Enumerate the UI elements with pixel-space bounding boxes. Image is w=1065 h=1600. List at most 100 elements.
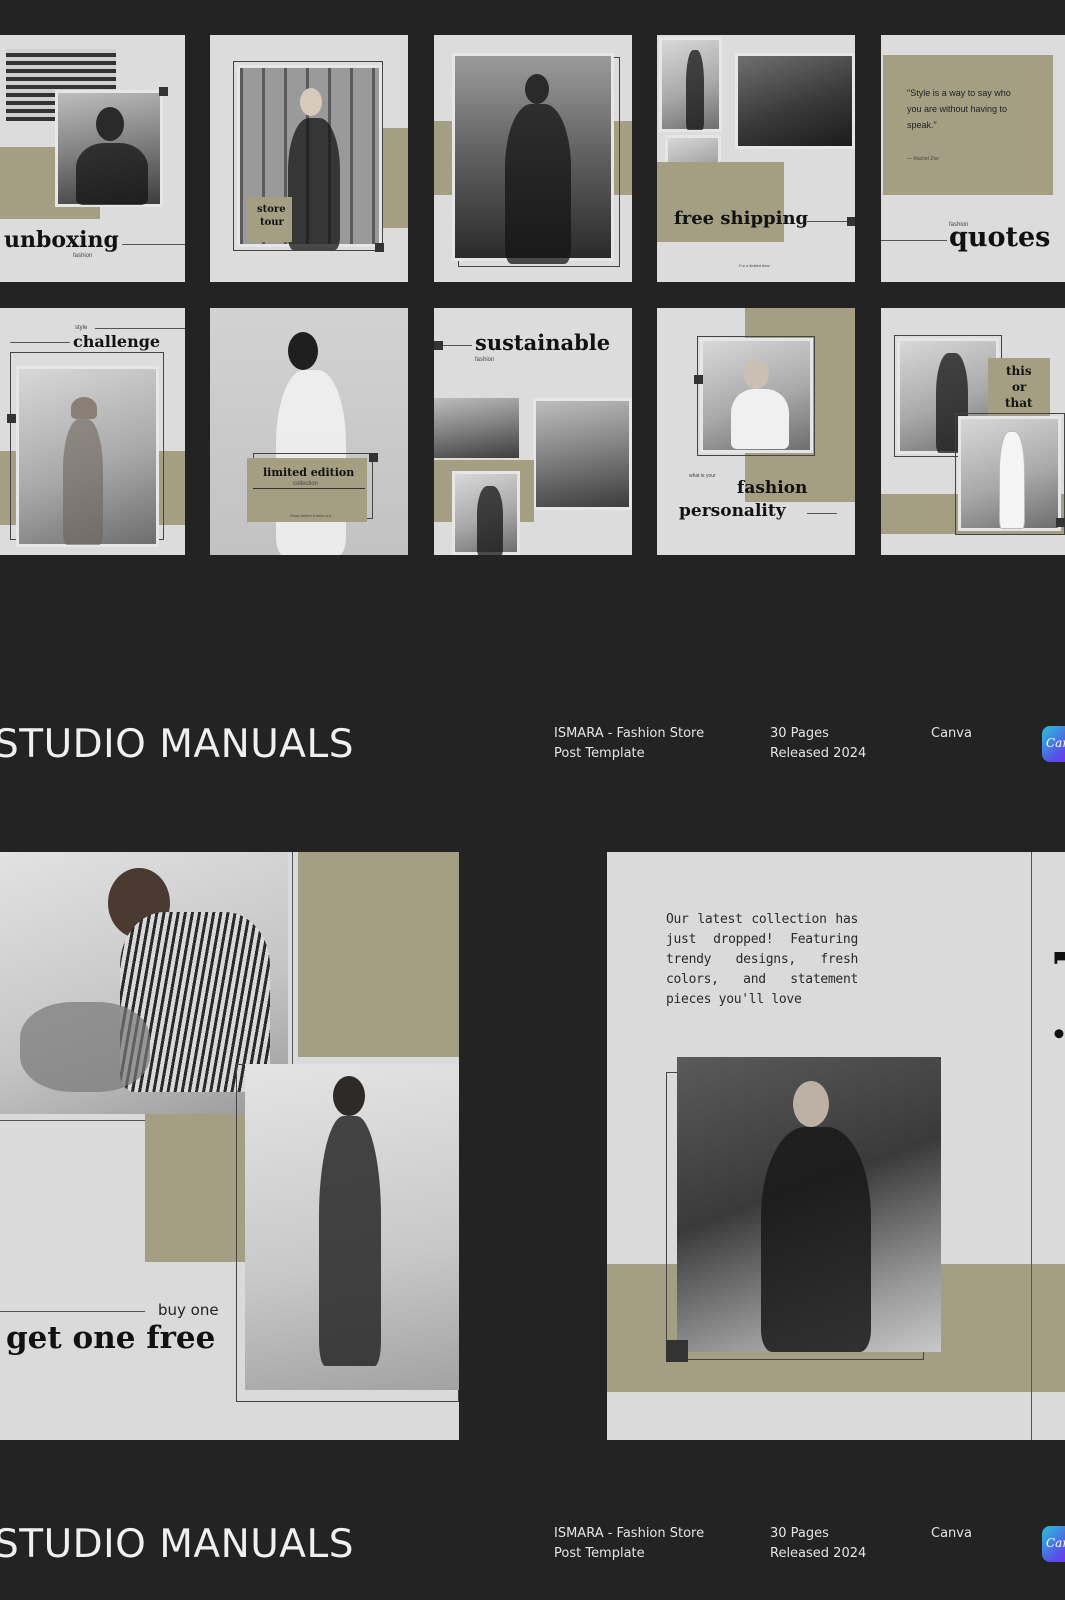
model-figure xyxy=(761,1127,871,1352)
boots-photo xyxy=(735,53,855,149)
promo-card-bogo[interactable]: buy one get one free xyxy=(0,852,459,1440)
sustainable-title: sustainable xyxy=(475,330,611,355)
page-count: 30 Pages Released 2024 xyxy=(770,1524,866,1564)
model-figure xyxy=(76,143,148,205)
brand-name: STUDIO MANUALS xyxy=(0,722,354,767)
pages-text: 30 Pages xyxy=(770,726,829,741)
personality-line1: fashion xyxy=(737,478,808,498)
that-label: that xyxy=(1005,396,1033,410)
released-text: Released 2024 xyxy=(770,1546,867,1561)
model-figure xyxy=(686,50,704,130)
model-photo xyxy=(55,90,163,207)
model-figure xyxy=(319,1116,381,1366)
store-label: store xyxy=(257,204,286,215)
model-figure xyxy=(731,389,789,449)
model-figure xyxy=(288,118,340,250)
model-figure xyxy=(999,431,1025,529)
corner-marker xyxy=(375,243,384,252)
template-card-sustainable[interactable]: sustainable fashion xyxy=(434,308,632,555)
model-photo-right xyxy=(958,416,1061,531)
template-card-challenge[interactable]: style challenge xyxy=(0,308,185,555)
new-arrivals-body: Our latest collection has just dropped! … xyxy=(666,912,858,1007)
platform: Canva xyxy=(931,726,972,741)
guide-line-vertical xyxy=(1031,852,1032,1440)
model-photo xyxy=(452,53,614,264)
tour-label: tour xyxy=(260,217,284,228)
limited-title: limited edition xyxy=(263,466,355,479)
model-head xyxy=(300,88,322,116)
released-text: Released 2024 xyxy=(770,746,867,761)
unboxing-title: unboxing xyxy=(4,227,119,253)
corner-marker xyxy=(694,375,703,384)
template-card-unboxing[interactable]: unboxing fashion xyxy=(0,35,185,282)
suit-model-photo xyxy=(245,1064,459,1390)
corner-marker xyxy=(159,87,168,96)
quotes-title: quotes xyxy=(949,222,1051,253)
template-card-free-shipping[interactable]: free shipping For a limited time xyxy=(657,35,855,282)
model-head xyxy=(743,359,769,389)
model-legs xyxy=(20,1002,150,1092)
model-head xyxy=(96,107,124,141)
bogo-kicker: buy one xyxy=(158,1301,219,1319)
model-head xyxy=(333,1076,365,1116)
product-line1: ISMARA - Fashion Store xyxy=(554,726,705,741)
title-rule xyxy=(10,342,70,343)
model-head xyxy=(288,332,318,370)
model-head xyxy=(71,397,97,419)
unboxing-subtitle: fashion xyxy=(73,253,93,259)
model-photo-small xyxy=(659,37,722,132)
template-card-personality[interactable]: what is your fashion personality xyxy=(657,308,855,555)
product-info-bar: STUDIO MANUALS ISMARA - Fashion Store Po… xyxy=(0,700,1065,800)
sunglasses-photo xyxy=(434,398,519,458)
platform: Canva xyxy=(931,1526,972,1541)
title-rule xyxy=(807,221,847,222)
template-card-quotes[interactable]: "Style is a way to say who you are witho… xyxy=(881,35,1065,282)
product-line2: Post Template xyxy=(554,1546,645,1561)
limited-note: Shop before it sells out xyxy=(290,513,331,518)
product-line1: ISMARA - Fashion Store xyxy=(554,1526,705,1541)
free-shipping-note: For a limited time xyxy=(739,263,770,268)
product-line2: Post Template xyxy=(554,746,645,761)
model-photo xyxy=(677,1057,941,1352)
quote-author: — Rachel Zoe xyxy=(907,156,939,162)
brand-name: STUDIO MANUALS xyxy=(0,1522,354,1567)
challenge-title: challenge xyxy=(73,332,161,351)
corner-marker xyxy=(1056,518,1065,527)
title-rule xyxy=(807,513,837,514)
template-card-city[interactable] xyxy=(434,35,632,282)
accent-block xyxy=(380,128,408,228)
accent-block xyxy=(657,162,784,242)
accent-block-top xyxy=(298,852,459,1057)
challenge-kicker: style xyxy=(75,325,88,331)
model-head xyxy=(793,1081,829,1127)
corner-marker xyxy=(7,414,16,423)
canva-logo-icon[interactable]: Canva xyxy=(1042,1526,1065,1562)
model-figure xyxy=(505,104,571,264)
corner-marker xyxy=(434,341,443,350)
page-count: 30 Pages Released 2024 xyxy=(770,724,866,764)
or-label: or xyxy=(1012,380,1027,394)
label-rule xyxy=(253,488,365,489)
product-info-bar-bottom: STUDIO MANUALS ISMARA - Fashion Store Po… xyxy=(0,1500,1065,1600)
promo-card-new-arrivals[interactable]: Our latest collection has just dropped! … xyxy=(607,852,1065,1440)
personality-line2: personality xyxy=(679,501,786,521)
quote-text: "Style is a way to say who you are witho… xyxy=(907,88,1011,130)
model-photo xyxy=(700,338,813,453)
title-rule xyxy=(881,240,947,241)
canva-logo-icon[interactable]: Canva xyxy=(1042,726,1065,762)
sustainable-sub: fashion xyxy=(475,357,495,363)
product-name: ISMARA - Fashion Store Post Template xyxy=(554,1524,704,1564)
template-card-this-or-that[interactable]: this or that xyxy=(881,308,1065,555)
template-card-store-tour[interactable]: store tour xyxy=(210,35,408,282)
model-photo-small xyxy=(452,471,520,555)
bogo-title: get one free xyxy=(6,1320,216,1356)
product-name: ISMARA - Fashion Store Post Template xyxy=(554,724,704,764)
accent-block-bottom xyxy=(145,1114,245,1262)
title-rule xyxy=(122,244,185,245)
template-card-limited-edition[interactable]: limited edition collection Shop before i… xyxy=(210,308,408,555)
corner-marker xyxy=(369,453,378,462)
kicker-rule xyxy=(0,1311,145,1312)
limited-sub: collection xyxy=(293,481,319,487)
model-figure xyxy=(63,419,103,545)
free-shipping-title: free shipping xyxy=(674,208,809,229)
